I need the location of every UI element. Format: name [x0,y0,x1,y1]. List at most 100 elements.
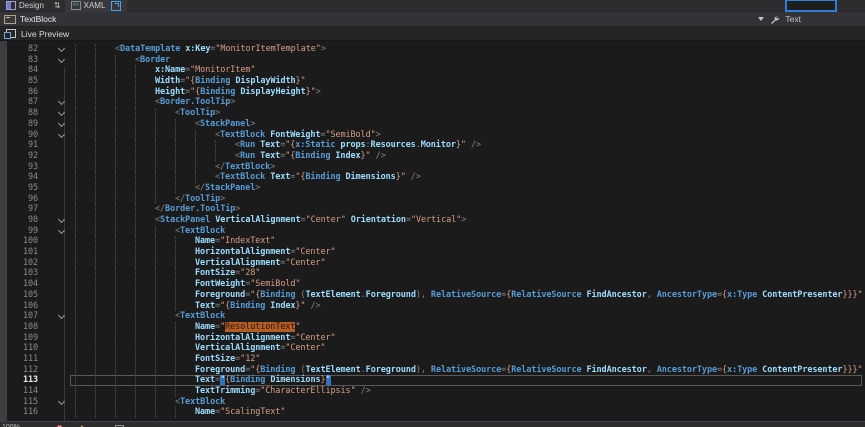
indent-guide [135,375,136,386]
code-line-85[interactable]: 85Width="{Binding DisplayWidth}" [0,76,865,87]
code-line-91[interactable]: 91<Run Text="{x:Static props:Resources.M… [0,140,865,151]
code-line-105[interactable]: 105Foreground="{Binding (TextElement.For… [0,290,865,301]
code-line-82[interactable]: 82<DataTemplate x:Key="MonitorItemTempla… [0,44,865,55]
line-number: 88 [0,108,38,119]
indent-guide [135,386,136,397]
indent-guide [95,268,96,279]
collapse-chevron-icon[interactable] [58,98,65,105]
indent-guide [95,151,96,162]
tab-xaml[interactable]: <> XAML [65,0,128,12]
code-line-95[interactable]: 95</StackPanel> [0,183,865,194]
popout-window-icon[interactable] [111,1,121,11]
code-line-94[interactable]: 94<TextBlock Text="{Binding Dimensions}"… [0,172,865,183]
indent-guide [75,311,76,322]
code-line-106[interactable]: 106Text="{Binding Index}" /> [0,301,865,312]
swap-panes-icon[interactable]: ⇅ [54,1,61,11]
indent-guide [135,365,136,376]
code-line-112[interactable]: 112Foreground="{Binding (TextElement.For… [0,365,865,376]
indent-guide [155,247,156,258]
indent-guide [75,397,76,408]
code-line-111[interactable]: 111FontSize="12" [0,354,865,365]
code-line-83[interactable]: 83<Border [0,55,865,66]
indent-guide [75,375,76,386]
code-line-114[interactable]: 114TextTrimming="CharacterEllipsis" /> [0,386,865,397]
code-text: Name="ResolutionText" [195,322,300,333]
code-line-87[interactable]: 87<Border.ToolTip> [0,97,865,108]
indent-guide [75,247,76,258]
code-line-116[interactable]: 116Name="ScalingText" [0,407,865,418]
code-line-97[interactable]: 97</Border.ToolTip> [0,204,865,215]
code-text: TextTrimming="CharacterEllipsis" /> [195,386,371,397]
indent-guide [75,119,76,130]
code-line-90[interactable]: 90<TextBlock FontWeight="SemiBold"> [0,130,865,141]
collapse-chevron-icon[interactable] [58,312,65,319]
code-line-99[interactable]: 99<TextBlock [0,226,865,237]
indent-guide [115,108,116,119]
focused-toolbar-box[interactable] [785,0,837,12]
code-text: <Run Text="{Binding Index}" /> [235,151,386,162]
collapse-chevron-icon[interactable] [58,130,65,137]
code-text: <Border [135,55,170,66]
collapse-chevron-icon[interactable] [58,56,65,63]
indent-guide [115,226,116,237]
code-line-93[interactable]: 93</TextBlock> [0,162,865,173]
code-line-101[interactable]: 101HorizontalAlignment="Center" [0,247,865,258]
code-line-88[interactable]: 88<ToolTip> [0,108,865,119]
code-line-104[interactable]: 104FontWeight="SemiBold" [0,279,865,290]
code-line-89[interactable]: 89<StackPanel> [0,119,865,130]
code-text: HorizontalAlignment="Center" [195,247,336,258]
indent-guide [95,215,96,226]
code-line-100[interactable]: 100Name="IndexText" [0,236,865,247]
indent-guide [115,162,116,173]
code-line-103[interactable]: 103FontSize="28" [0,268,865,279]
collapse-chevron-icon[interactable] [58,120,65,127]
collapse-chevron-icon[interactable] [58,45,65,52]
indent-guide [95,130,96,141]
indent-guide [135,172,136,183]
indent-guide [175,301,176,312]
code-line-113[interactable]: 113Text="{Binding Dimensions}" [0,375,865,386]
code-text: Name="IndexText" [195,236,275,247]
code-line-110[interactable]: 110VerticalAlignment="Center" [0,343,865,354]
code-line-115[interactable]: 115<TextBlock [0,397,865,408]
chevron-down-icon[interactable] [758,17,764,21]
collapse-chevron-icon[interactable] [58,227,65,234]
indent-guide [115,354,116,365]
indent-guide [75,301,76,312]
code-line-96[interactable]: 96</ToolTip> [0,194,865,205]
breadcrumb-element-label[interactable]: TextBlock [20,14,56,24]
tab-design[interactable]: Design [0,0,50,12]
indent-guide [95,183,96,194]
indent-guide [95,108,96,119]
code-line-92[interactable]: 92<Run Text="{Binding Index}" /> [0,151,865,162]
indent-guide [115,333,116,344]
indent-guide [135,311,136,322]
collapse-chevron-icon[interactable] [58,109,65,116]
element-breadcrumb-bar: TextBlock Text [0,12,865,27]
indent-guide [115,407,116,418]
line-number: 105 [0,290,38,301]
indent-guide [75,268,76,279]
indent-guide [155,130,156,141]
code-line-107[interactable]: 107<TextBlock [0,311,865,322]
indent-guide [95,87,96,98]
line-number: 97 [0,204,38,215]
collapse-chevron-icon[interactable] [58,216,65,223]
indent-guide [75,290,76,301]
line-number: 107 [0,311,38,322]
indent-guide [155,172,156,183]
indent-guide [155,194,156,205]
indent-guide [135,204,136,215]
code-line-102[interactable]: 102VerticalAlignment="Center" [0,258,865,269]
code-editor[interactable]: 82<DataTemplate x:Key="MonitorItemTempla… [0,41,865,421]
collapse-chevron-icon[interactable] [58,398,65,405]
code-line-84[interactable]: 84x:Name="MonitorItem" [0,65,865,76]
code-line-98[interactable]: 98<StackPanel VerticalAlignment="Center"… [0,215,865,226]
line-number: 89 [0,119,38,130]
live-preview-bar[interactable]: Live Preview [0,27,865,41]
code-line-86[interactable]: 86Height="{Binding DisplayHeight}"> [0,87,865,98]
code-line-109[interactable]: 109HorizontalAlignment="Center" [0,333,865,344]
indent-guide [135,140,136,151]
code-line-108[interactable]: 108Name="ResolutionText" [0,322,865,333]
indent-guide [75,97,76,108]
